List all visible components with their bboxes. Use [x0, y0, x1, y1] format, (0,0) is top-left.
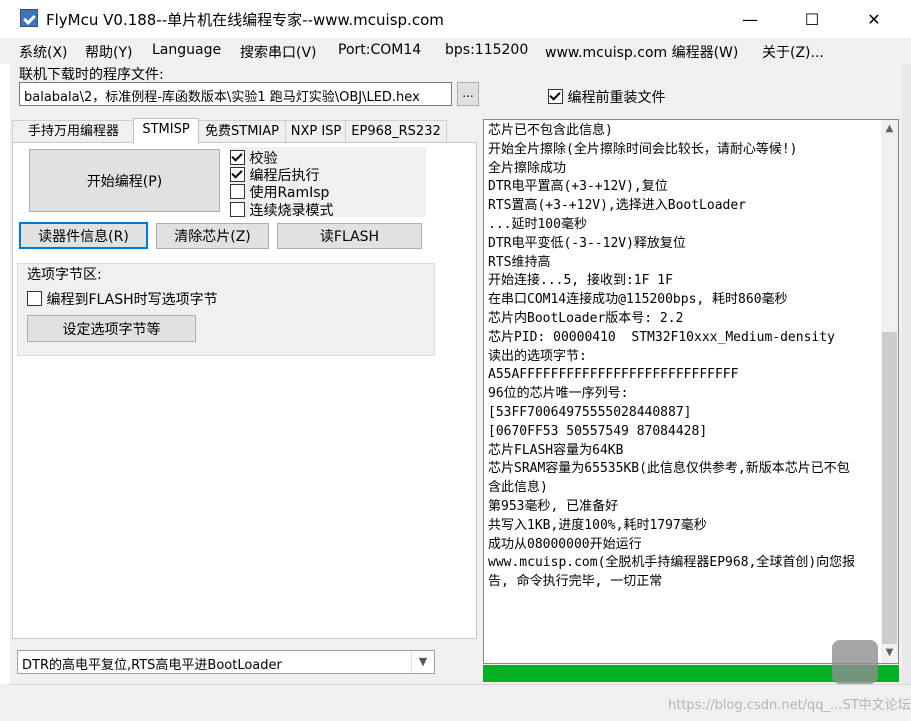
watermark: https://blog.csdn.net/qq_...ST中文论坛: [668, 698, 911, 713]
log-line: 芯片已不包含此信息): [488, 123, 613, 138]
log-line: 全片擦除成功: [488, 160, 567, 176]
log-line: RTS维持高: [488, 254, 551, 270]
log-line: 在串口COM14连接成功@115200bps, 耗时860毫秒: [488, 292, 788, 308]
file-label: 联机下载时的程序文件:: [19, 67, 164, 83]
reload-option[interactable]: 编程前重装文件: [548, 87, 665, 107]
option-bytes-title: 选项字节区:: [27, 267, 102, 283]
browse-button[interactable]: ...: [457, 82, 479, 106]
log-line: 开始全片擦除(全片擦除时间会比较长，请耐心等候!): [488, 141, 798, 157]
log-line: 芯片FLASH容量为64KB: [488, 442, 624, 458]
tab-ep968-rs232[interactable]: EP968_RS232: [345, 120, 447, 143]
menu-programmer[interactable]: www.mcuisp.com 编程器(W): [545, 42, 738, 62]
log-line: 芯片SRAM容量为65535KB(此信息仅供参考,新版本芯片已不包含此信息): [488, 461, 850, 496]
log-line: 96位的芯片唯一序列号:: [488, 386, 629, 402]
log-line: www.mcuisp.com(全脱机手持编程器EP968,全球首创)向您报告, …: [488, 555, 856, 590]
log-line: 芯片PID: 00000410 STM32F10xxx_Medium-densi…: [488, 329, 835, 345]
log-line: 芯片内BootLoader版本号: 2.2: [488, 310, 684, 326]
log-output[interactable]: 芯片已不包含此信息) 开始全片擦除(全片擦除时间会比较长，请耐心等候!) 全片擦除成…: [483, 119, 899, 664]
continuous-checkbox[interactable]: [230, 202, 245, 217]
file-path-input[interactable]: balabala\2，标准例程-库函数版本\实验1 跑马灯实验\OBJ\LED.…: [19, 82, 452, 106]
log-line: DTR电平置高(+3-+12V),复位: [488, 179, 668, 195]
log-line: 第953毫秒, 已准备好: [488, 498, 619, 514]
menu-search-port[interactable]: 搜索串口(V): [240, 42, 317, 62]
menu-port[interactable]: Port:COM14: [338, 42, 421, 58]
reload-label: 编程前重装文件: [567, 90, 666, 106]
read-device-info-button[interactable]: 读器件信息(R): [19, 222, 148, 249]
menu-system[interactable]: 系统(X): [19, 42, 68, 62]
verify-checkbox[interactable]: [230, 150, 245, 165]
write-option-checkbox[interactable]: [27, 291, 42, 306]
log-line: [0670FF53 50557549 87084428]: [488, 423, 708, 439]
menu-about[interactable]: 关于(Z)...: [762, 42, 824, 62]
menu-help[interactable]: 帮助(Y): [85, 42, 132, 62]
run-after-checkbox[interactable]: [230, 167, 245, 182]
menu-baud[interactable]: bps:115200: [445, 42, 528, 58]
log-line: 成功从08000000开始运行: [488, 536, 642, 552]
menu-bar: 系统(X) 帮助(Y) Language 搜索串口(V) Port:COM14 …: [0, 38, 911, 64]
write-option-label: 编程到FLASH时写选项字节: [46, 292, 218, 308]
option-bytes-group: 选项字节区: 编程到FLASH时写选项字节: [17, 263, 435, 356]
scroll-up-icon[interactable]: ▲: [881, 120, 898, 137]
tab-stmisp[interactable]: STMISP: [133, 118, 199, 144]
option-ramisp[interactable]: 使用RamIsp: [230, 182, 329, 202]
scroll-down-icon[interactable]: ▼: [881, 644, 898, 661]
log-line: 共写入1KB,进度100%,耗时1797毫秒: [488, 517, 707, 533]
log-line: ...延时100毫秒: [488, 216, 587, 232]
desktop-edge: [0, 64, 10, 684]
tab-nxp-isp[interactable]: NXP ISP: [285, 120, 347, 143]
tab-handheld-programmer[interactable]: 手持万用编程器: [12, 120, 135, 143]
log-line: A55AFFFFFFFFFFFFFFFFFFFFFFFFFFFF: [488, 367, 739, 383]
write-option-bytes[interactable]: 编程到FLASH时写选项字节: [27, 289, 218, 309]
title-bar: FlyMcu V0.188--单片机在线编程专家--www.mcuisp.com…: [0, 0, 911, 38]
reload-checkbox[interactable]: [548, 89, 563, 104]
tab-free-stmiap[interactable]: 免费STMIAP: [197, 120, 287, 143]
reset-mode-select[interactable]: DTR的高电平复位,RTS高电平进BootLoader ▼: [17, 650, 435, 674]
menu-language[interactable]: Language: [152, 42, 221, 58]
log-lines: 芯片已不包含此信息) 开始全片擦除(全片擦除时间会比较长，请耐心等候!) 全片擦除成…: [488, 122, 862, 592]
minimize-button[interactable]: —: [727, 0, 773, 38]
window-title: FlyMcu V0.188--单片机在线编程专家--www.mcuisp.com: [46, 11, 444, 29]
log-scrollbar[interactable]: ▲ ▼: [881, 120, 898, 663]
reset-mode-value: DTR的高电平复位,RTS高电平进BootLoader: [22, 658, 282, 673]
erase-chip-button[interactable]: 清除芯片(Z): [156, 223, 269, 249]
start-programming-button[interactable]: 开始编程(P): [29, 149, 220, 212]
desktop-edge-right: [902, 64, 911, 684]
log-line: 开始连接...5, 接收到:1F 1F: [488, 273, 673, 289]
option-continuous-label: 连续烧录模式: [249, 203, 334, 219]
scroll-thumb[interactable]: [882, 332, 897, 644]
log-line: DTR电平变低(-3--12V)释放复位: [488, 235, 686, 251]
log-line: [53FF70064975555028440887]: [488, 404, 692, 420]
chat-icon: [832, 640, 878, 684]
set-option-bytes-button[interactable]: 设定选项字节等: [27, 315, 196, 342]
maximize-button[interactable]: ☐: [789, 0, 835, 38]
option-ramisp-label: 使用RamIsp: [249, 185, 330, 201]
log-line: RTS置高(+3-+12V),选择进入BootLoader: [488, 198, 747, 214]
ramisp-checkbox[interactable]: [230, 184, 245, 199]
close-button[interactable]: ✕: [851, 0, 897, 38]
app-icon: [20, 9, 38, 27]
chevron-down-icon[interactable]: ▼: [411, 651, 434, 673]
option-continuous[interactable]: 连续烧录模式: [230, 200, 333, 220]
read-flash-button[interactable]: 读FLASH: [277, 223, 422, 249]
programming-options: 校验 编程后执行 使用RamIsp 连续烧录模式: [230, 147, 426, 220]
log-line: 读出的选项字节:: [488, 348, 587, 364]
